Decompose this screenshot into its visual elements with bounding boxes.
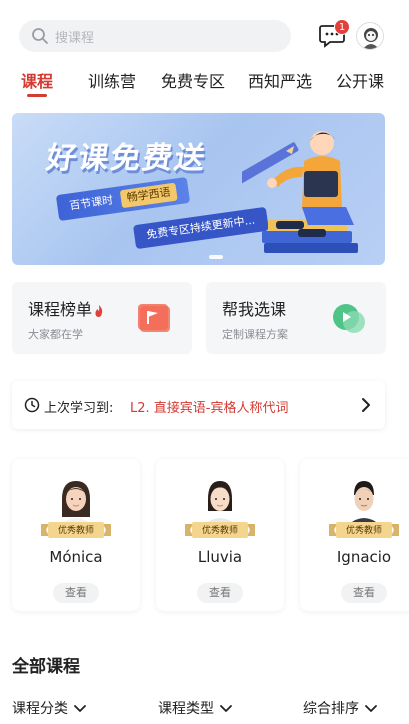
chevron-right-icon	[362, 398, 370, 412]
filter-category[interactable]: 课程分类	[12, 698, 86, 718]
card-subtitle: 大家都在学	[28, 328, 83, 341]
search-placeholder: 搜课程	[55, 31, 95, 46]
card-title: 课程榜单	[28, 296, 104, 320]
tab-training-camp[interactable]: 训练营	[88, 68, 136, 92]
card-subtitle: 定制课程方案	[222, 328, 288, 341]
teacher-name: Mónica	[49, 548, 103, 566]
course-ranking-card[interactable]: 课程榜单 大家都在学	[12, 282, 192, 354]
teacher-name: Lluvia	[197, 548, 243, 566]
view-button[interactable]: 查看	[341, 583, 387, 603]
teacher-name: Ignacio	[336, 548, 392, 566]
last-study-label: 上次学习到:	[44, 401, 114, 416]
clock-icon	[24, 397, 40, 413]
view-button[interactable]: 查看	[53, 583, 99, 603]
promo-banner[interactable]: 好课免费送 百节课时 畅学西语 免费专区持续更新中...	[12, 113, 385, 265]
filter-sort[interactable]: 综合排序	[303, 698, 377, 718]
chevron-down-icon	[220, 705, 232, 712]
help-me-choose-card[interactable]: 帮我选课 定制课程方案	[206, 282, 386, 354]
banner-pagination	[209, 255, 223, 259]
top-bar: 搜课程 1	[0, 0, 409, 60]
filter-label: 课程分类	[12, 701, 68, 717]
filter-label: 综合排序	[303, 701, 359, 717]
tab-courses[interactable]: 课程	[21, 68, 53, 92]
flag-icon	[138, 304, 170, 332]
last-study-lesson: L2. 直接宾语-宾格人称代词	[130, 401, 289, 416]
banner-tag-primary: 百节课时 畅学西语	[55, 176, 191, 222]
teacher-card-monica[interactable]: 优秀教师 Mónica 查看	[12, 459, 140, 611]
teacher-photo	[348, 481, 380, 525]
banner-tag1-gold: 畅学西语	[119, 182, 178, 209]
banner-illustration	[242, 131, 358, 253]
filter-type[interactable]: 课程类型	[158, 698, 232, 718]
banner-tag1-text: 百节课时	[68, 193, 114, 213]
excellent-teacher-badge: 优秀教师	[345, 526, 382, 536]
last-study-bar[interactable]: 上次学习到: L2. 直接宾语-宾格人称代词	[12, 381, 385, 429]
card-title: 帮我选课	[222, 300, 287, 319]
banner-title: 好课免费送	[44, 141, 209, 176]
fire-icon	[95, 304, 103, 317]
search-input[interactable]: 搜课程	[19, 20, 291, 52]
teacher-photo	[204, 481, 236, 525]
message-badge: 1	[334, 19, 350, 35]
all-courses-title: 全部课程	[12, 657, 80, 677]
filter-label: 课程类型	[158, 701, 214, 717]
user-avatar[interactable]	[356, 22, 384, 50]
view-button[interactable]: 查看	[197, 583, 243, 603]
chevron-down-icon	[365, 705, 377, 712]
chat-play-icon	[333, 304, 365, 333]
teacher-photo	[60, 481, 92, 525]
excellent-teacher-badge: 优秀教师	[201, 526, 238, 536]
category-tabs: 课程 训练营 免费专区 西知严选 公开课	[0, 62, 409, 102]
tab-open-class[interactable]: 公开课	[336, 68, 384, 92]
active-tab-indicator	[27, 94, 47, 97]
tab-selected[interactable]: 西知严选	[248, 68, 312, 92]
avatar-illustration	[363, 28, 379, 49]
teacher-card-ignacio[interactable]: 优秀教师 Ignacio 查看	[300, 459, 409, 611]
teacher-card-lluvia[interactable]: 优秀教师 Lluvia 查看	[156, 459, 284, 611]
excellent-teacher-badge: 优秀教师	[57, 526, 94, 536]
tab-free-zone[interactable]: 免费专区	[161, 68, 225, 92]
chevron-down-icon	[74, 705, 86, 712]
search-icon	[32, 28, 48, 44]
